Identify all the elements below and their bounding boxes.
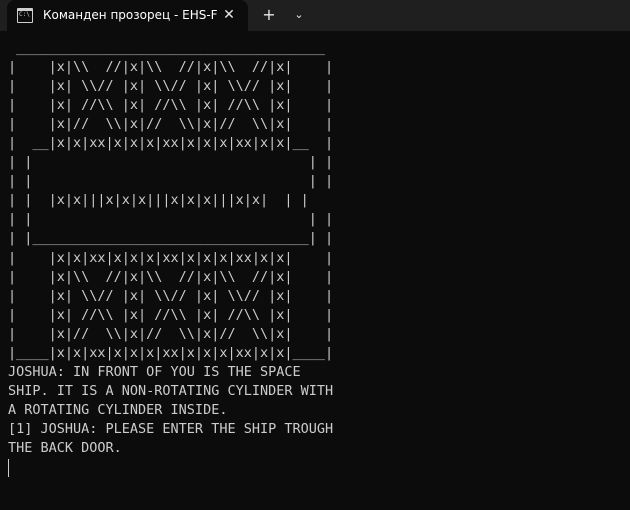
- terminal-output[interactable]: ______________________________________ | …: [8, 39, 608, 499]
- tab-title: Команден прозорец - EHS-F: [43, 8, 218, 22]
- terminal-icon: C:\: [17, 8, 33, 23]
- terminal-line: | |x| \\// |x| \\// |x| \\// |x| |: [8, 287, 334, 304]
- terminal-line: | | | |: [8, 211, 334, 228]
- terminal-line: | | | |: [8, 154, 334, 171]
- terminal-line: JOSHUA: IN FRONT OF YOU IS THE SPACE: [8, 363, 301, 380]
- terminal-line: | |x| //\\ |x| //\\ |x| //\\ |x| |: [8, 97, 334, 114]
- terminal-line: | |x|// \\|x|// \\|x|// \\|x| |: [8, 325, 334, 342]
- terminal-window: C:\ Команден прозорец - EHS-F ✕ + ⌄ ____…: [0, 0, 630, 510]
- terminal-line: | |x|\\ //|x|\\ //|x|\\ //|x| |: [8, 59, 334, 76]
- terminal-line: A ROTATING CYLINDER INSIDE.: [8, 401, 228, 418]
- terminal-line: | |x| //\\ |x| //\\ |x| //\\ |x| |: [8, 306, 334, 323]
- terminal-line: | |__________________________________| |: [8, 230, 334, 247]
- terminal-line: |____|x|x|xx|x|x|x|xx|x|x|x|xx|x|x|____|: [8, 344, 334, 361]
- terminal-line: | |x|// \\|x|// \\|x|// \\|x| |: [8, 116, 334, 133]
- terminal-line: | |x|\\ //|x|\\ //|x|\\ //|x| |: [8, 268, 334, 285]
- close-icon[interactable]: ✕: [220, 6, 238, 24]
- terminal-line: | |x|x|xx|x|x|x|xx|x|x|x|xx|x|x| |: [8, 249, 334, 266]
- tab-command-prompt[interactable]: C:\ Команден прозорец - EHS-F ✕: [7, 0, 248, 31]
- new-tab-button[interactable]: +: [258, 5, 280, 25]
- terminal-line: | __|x|x|xx|x|x|x|xx|x|x|x|xx|x|x|__ |: [8, 135, 334, 152]
- text-cursor: [8, 459, 9, 478]
- terminal-line: | | | |: [8, 173, 334, 190]
- terminal-line: ______________________________________: [8, 40, 325, 56]
- title-bar: C:\ Команден прозорец - EHS-F ✕ + ⌄: [0, 0, 630, 31]
- terminal-line: SHIP. IT IS A NON-ROTATING CYLINDER WITH: [8, 382, 334, 399]
- chevron-down-icon[interactable]: ⌄: [289, 5, 309, 25]
- terminal-line: [1] JOSHUA: PLEASE ENTER THE SHIP TROUGH: [8, 420, 334, 437]
- terminal-line: | |x| \\// |x| \\// |x| \\// |x| |: [8, 78, 334, 95]
- terminal-line: | | |x|x|||x|x|x|||x|x|x|||x|x| | |: [8, 192, 309, 209]
- terminal-line: THE BACK DOOR.: [8, 439, 122, 456]
